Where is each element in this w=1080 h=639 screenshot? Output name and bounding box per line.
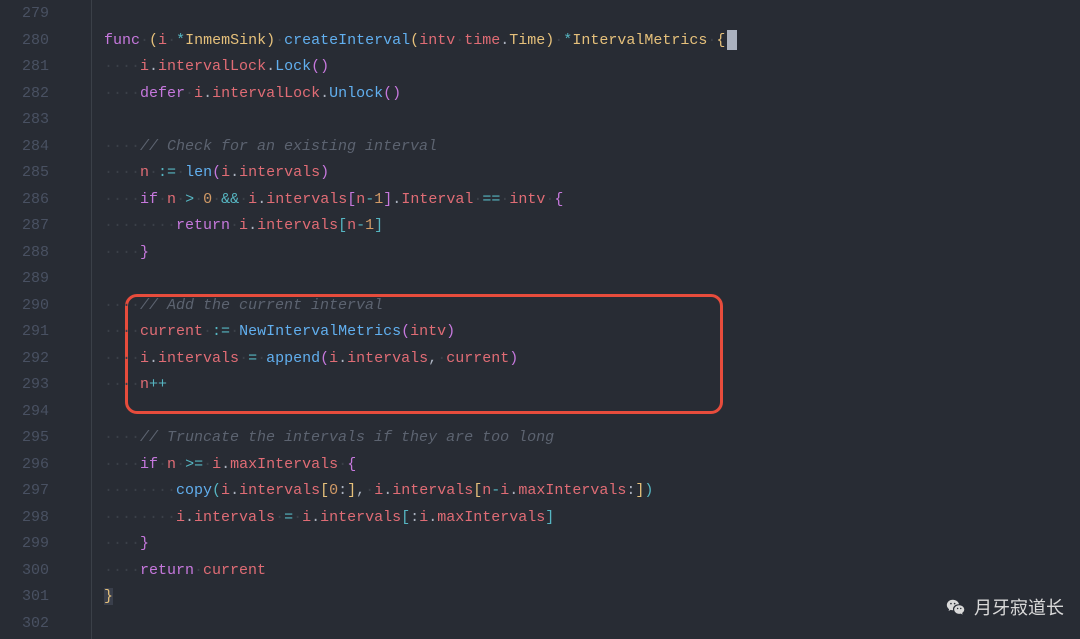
code-line[interactable]: [104, 611, 1080, 638]
code-line[interactable]: ····i.intervals·=·append(i.intervals,·cu…: [104, 346, 1080, 373]
line-number: 283: [0, 107, 49, 134]
cursor: [727, 30, 737, 50]
line-number: 286: [0, 187, 49, 214]
line-number: 287: [0, 213, 49, 240]
code-line[interactable]: ····if·n·>=·i.maxIntervals·{: [104, 452, 1080, 479]
code-line[interactable]: ····current·:=·NewIntervalMetrics(intv): [104, 319, 1080, 346]
code-line[interactable]: ····// Add the current interval: [104, 293, 1080, 320]
code-line[interactable]: ····}: [104, 240, 1080, 267]
code-line[interactable]: ····}: [104, 531, 1080, 558]
code-line[interactable]: ········return·i.intervals[n-1]: [104, 213, 1080, 240]
line-number: 301: [0, 584, 49, 611]
code-line[interactable]: [104, 266, 1080, 293]
code-line[interactable]: ····i.intervalLock.Lock(): [104, 54, 1080, 81]
code-line[interactable]: ····return·current: [104, 558, 1080, 585]
line-number: 298: [0, 505, 49, 532]
line-number: 300: [0, 558, 49, 585]
line-number: 285: [0, 160, 49, 187]
line-number: 299: [0, 531, 49, 558]
code-line[interactable]: ····defer·i.intervalLock.Unlock(): [104, 81, 1080, 108]
line-number: 279: [0, 1, 49, 28]
code-editor[interactable]: 279 280 281 282 283 284 285 286 287 288 …: [0, 0, 1080, 639]
watermark-text: 月牙寂道长: [974, 595, 1064, 622]
line-number: 296: [0, 452, 49, 479]
line-number: 295: [0, 425, 49, 452]
line-number: 289: [0, 266, 49, 293]
line-number: 280: [0, 28, 49, 55]
code-line[interactable]: ····n++: [104, 372, 1080, 399]
wechat-icon: [945, 597, 967, 619]
code-line[interactable]: [104, 107, 1080, 134]
code-line[interactable]: ····if·n·>·0·&&·i.intervals[n-1].Interva…: [104, 187, 1080, 214]
code-line[interactable]: ····// Check for an existing interval: [104, 134, 1080, 161]
code-line[interactable]: }: [104, 584, 1080, 611]
code-line[interactable]: [104, 399, 1080, 426]
line-number: 291: [0, 319, 49, 346]
line-number: 293: [0, 372, 49, 399]
code-area[interactable]: func·(i·*InmemSink)·createInterval(intv·…: [92, 0, 1080, 639]
line-number: 290: [0, 293, 49, 320]
line-number: 297: [0, 478, 49, 505]
code-line[interactable]: func·(i·*InmemSink)·createInterval(intv·…: [104, 28, 1080, 55]
code-line[interactable]: [104, 1, 1080, 28]
code-line[interactable]: ····n·:=·len(i.intervals): [104, 160, 1080, 187]
line-number: 288: [0, 240, 49, 267]
fold-column: [67, 0, 92, 639]
line-number: 282: [0, 81, 49, 108]
line-number: 294: [0, 399, 49, 426]
line-number: 302: [0, 611, 49, 638]
line-number: 284: [0, 134, 49, 161]
line-numbers-gutter: 279 280 281 282 283 284 285 286 287 288 …: [0, 0, 67, 639]
code-line[interactable]: ····// Truncate the intervals if they ar…: [104, 425, 1080, 452]
code-line[interactable]: ········i.intervals·=·i.intervals[:i.max…: [104, 505, 1080, 532]
watermark: 月牙寂道长: [945, 595, 1064, 622]
line-number: 292: [0, 346, 49, 373]
line-number: 281: [0, 54, 49, 81]
code-line[interactable]: ········copy(i.intervals[0:],·i.interval…: [104, 478, 1080, 505]
